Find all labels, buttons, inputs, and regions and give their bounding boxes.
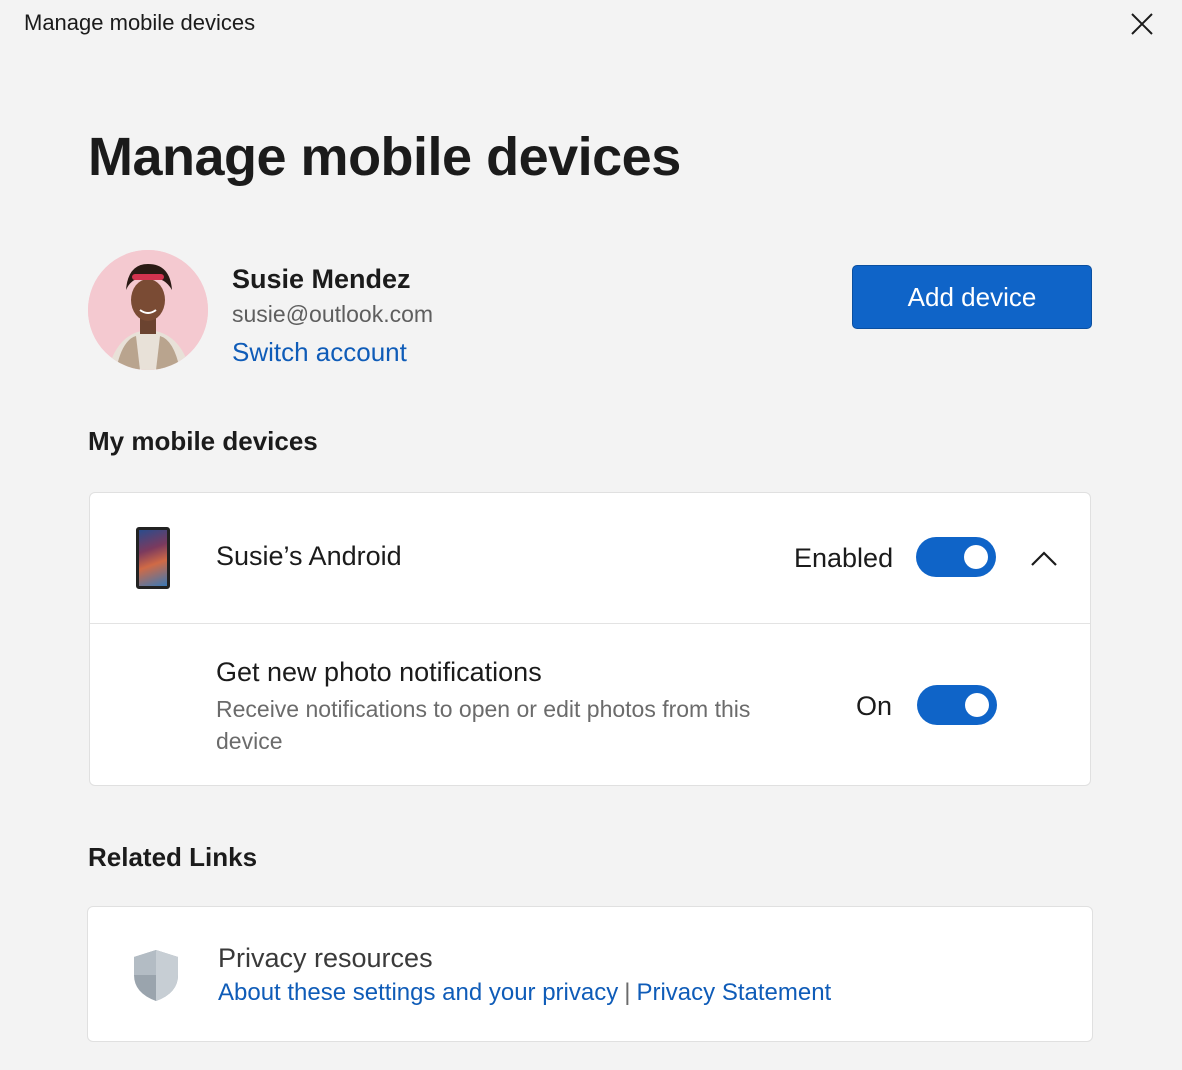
toggle-knob <box>965 693 989 717</box>
related-links-heading: Related Links <box>88 842 258 872</box>
account-email: susie@outlook.com <box>232 301 434 327</box>
privacy-links: About these settings and your privacy | Pr… <box>218 979 831 1007</box>
privacy-settings-link[interactable]: About these settings and your privacy <box>218 979 618 1006</box>
link-separator: | <box>624 979 631 1006</box>
avatar <box>88 250 208 370</box>
chevron-up-icon <box>1031 551 1057 566</box>
window-title: Manage mobile devices <box>24 10 256 35</box>
photo-notifications-title: Get new photo notifications <box>216 657 542 687</box>
device-status-label: Enabled <box>794 543 894 573</box>
title-bar: Manage mobile devices <box>0 0 1182 46</box>
device-enabled-toggle[interactable] <box>916 537 996 577</box>
account-name: Susie Mendez <box>232 264 411 294</box>
privacy-card: Privacy resources About these settings a… <box>87 906 1093 1042</box>
device-row: Susie’s Android Enabled <box>90 493 1090 624</box>
photo-notifications-toggle[interactable] <box>917 685 997 725</box>
close-button[interactable] <box>1122 4 1162 44</box>
photo-notifications-description: Receive notifications to open or edit ph… <box>216 696 751 754</box>
my-devices-heading: My mobile devices <box>88 426 318 456</box>
page-title: Manage mobile devices <box>88 127 681 187</box>
collapse-button[interactable] <box>1026 541 1062 577</box>
toggle-knob <box>964 545 988 569</box>
manage-devices-window: Manage mobile devices Manage mobile devi… <box>0 0 1182 1070</box>
shield-icon <box>134 950 178 1001</box>
add-device-button[interactable]: Add device <box>852 265 1092 329</box>
privacy-statement-link[interactable]: Privacy Statement <box>636 979 831 1006</box>
device-card: Susie’s Android Enabled Get new photo no… <box>89 492 1091 786</box>
switch-account-link[interactable]: Switch account <box>232 337 407 368</box>
privacy-resources-title: Privacy resources <box>218 943 433 973</box>
phone-icon <box>136 527 170 589</box>
close-icon <box>1131 13 1153 35</box>
photo-notifications-state: On <box>856 691 893 721</box>
device-name: Susie’s Android <box>216 541 402 571</box>
